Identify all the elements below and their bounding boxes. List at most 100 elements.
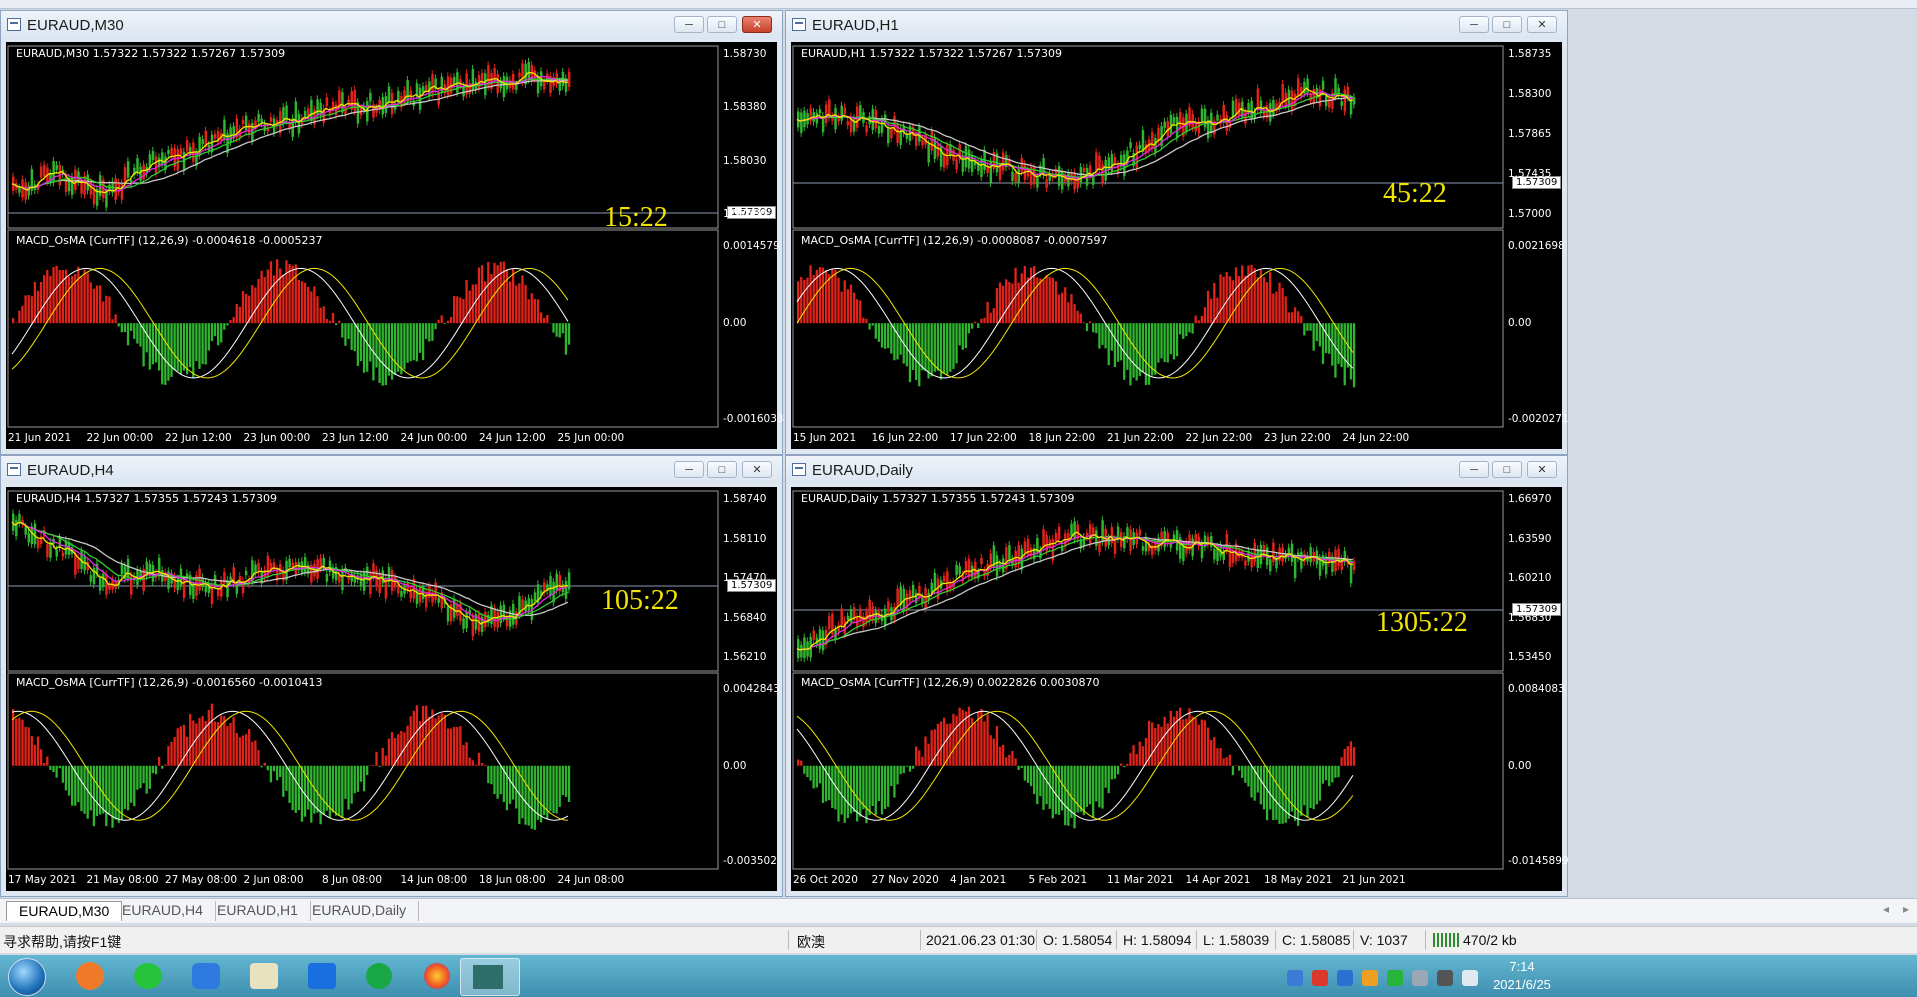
- close-button[interactable]: ✕: [1527, 461, 1557, 478]
- macd-bar: [300, 281, 304, 324]
- macd-bar: [232, 717, 235, 766]
- tray-network-icon[interactable]: [1412, 970, 1428, 986]
- chart-window-h4[interactable]: EURAUD,H4 ─ □ ✕ EURAUD,H4 1.57327 1.5735…: [0, 455, 783, 897]
- tab-euraud-h1[interactable]: EURAUD,H1: [205, 901, 311, 921]
- window-titlebar[interactable]: EURAUD,Daily ─ □ ✕: [786, 456, 1567, 484]
- candle-body: [896, 588, 899, 608]
- macd-bar: [434, 323, 437, 330]
- window-titlebar[interactable]: EURAUD,M30 ─ □ ✕: [1, 11, 782, 39]
- tray-wps-icon[interactable]: [1312, 970, 1328, 986]
- macd-bar: [530, 293, 533, 324]
- taskbar-app[interactable]: [236, 958, 294, 994]
- candle-body: [136, 158, 139, 173]
- candle-body: [341, 569, 344, 590]
- macd-bar: [244, 734, 248, 766]
- clock-time[interactable]: 7:14: [1492, 959, 1552, 974]
- macd-bar: [254, 740, 257, 766]
- time-axis-label: 23 Jun 22:00: [1264, 432, 1331, 444]
- candle-body: [967, 558, 971, 578]
- macd-bar: [1172, 323, 1176, 360]
- minimize-button[interactable]: ─: [1459, 16, 1489, 33]
- window-titlebar[interactable]: EURAUD,H4 ─ □ ✕: [1, 456, 782, 484]
- minimize-button[interactable]: ─: [674, 16, 704, 33]
- price-axis-label: 1.58030: [723, 154, 767, 167]
- price-axis-label: 1.63590: [1508, 532, 1552, 545]
- close-button[interactable]: ✕: [1527, 16, 1557, 33]
- taskbar-app[interactable]: [352, 958, 410, 994]
- close-button[interactable]: ✕: [742, 461, 772, 478]
- candle-body: [257, 563, 260, 572]
- macd-bar: [452, 726, 456, 766]
- minimize-button[interactable]: ─: [674, 461, 704, 478]
- window-title: EURAUD,H4: [27, 462, 114, 479]
- macd-bar: [1138, 323, 1141, 377]
- macd-bar: [95, 765, 99, 817]
- maximize-button[interactable]: □: [707, 461, 737, 478]
- macd-bar: [269, 765, 273, 783]
- chart-canvas[interactable]: EURAUD,H1 1.57322 1.57322 1.57267 1.5730…: [791, 42, 1569, 449]
- taskbar-app[interactable]: [294, 958, 352, 994]
- app-icon: [192, 963, 220, 989]
- tray-signal-icon[interactable]: [1462, 970, 1478, 986]
- macd-bar: [1098, 323, 1101, 349]
- candle-body: [235, 585, 239, 594]
- chart-window-m30[interactable]: EURAUD,M30 ─ □ ✕ EURAUD,M30 1.57322 1.57…: [0, 10, 784, 455]
- macd-bar: [533, 298, 537, 324]
- tray-icon[interactable]: [1362, 970, 1378, 986]
- macd-bar: [325, 318, 328, 324]
- macd-bar: [983, 317, 986, 324]
- macd-axis-label: 0.00: [1508, 317, 1532, 330]
- chart-window-h1[interactable]: EURAUD,H1 ─ □ ✕ EURAUD,H1 1.57322 1.5732…: [785, 10, 1569, 455]
- macd-bar: [251, 285, 254, 324]
- macd-bar: [1005, 279, 1008, 324]
- candle-body: [185, 140, 189, 152]
- candle-body: [167, 149, 170, 155]
- macd-bar: [201, 323, 204, 365]
- candle-body: [496, 74, 499, 94]
- candle-body: [1309, 94, 1312, 101]
- maximize-button[interactable]: □: [1492, 16, 1522, 33]
- taskbar: 7:14 2021/6/25: [0, 955, 1917, 997]
- taskbar-app[interactable]: [62, 958, 120, 994]
- macd-bar: [1178, 323, 1182, 335]
- macd-bar: [806, 765, 809, 778]
- taskbar-wechat[interactable]: [120, 958, 178, 994]
- minimize-button[interactable]: ─: [1459, 461, 1489, 478]
- candle-body: [1352, 561, 1356, 571]
- macd-bar: [1107, 765, 1110, 794]
- status-low: L: 1.58039: [1203, 932, 1270, 948]
- candle-body: [803, 637, 806, 659]
- macd-bar: [33, 282, 37, 324]
- maximize-button[interactable]: □: [707, 16, 737, 33]
- close-button[interactable]: ✕: [742, 16, 772, 33]
- window-titlebar[interactable]: EURAUD,H1 ─ □ ✕: [786, 11, 1567, 39]
- tray-shield-icon[interactable]: [1337, 970, 1353, 986]
- tray-volume-icon[interactable]: [1437, 970, 1453, 986]
- tab-euraud-daily[interactable]: EURAUD,Daily: [300, 901, 420, 921]
- chart-canvas[interactable]: EURAUD,H4 1.57327 1.57355 1.57243 1.5730…: [6, 487, 780, 891]
- macd-bar: [1070, 765, 1073, 818]
- candle-body: [887, 127, 890, 144]
- candle-body: [1042, 529, 1045, 548]
- taskbar-metatrader[interactable]: [460, 958, 520, 996]
- tab-scroll-right-icon[interactable]: ▸: [1903, 902, 1909, 916]
- tab-euraud-m30[interactable]: EURAUD,M30: [6, 901, 123, 921]
- taskbar-app[interactable]: [178, 958, 236, 994]
- price-axis-label: 1.53450: [1508, 651, 1552, 663]
- macd-bar: [61, 765, 64, 783]
- candle-body: [1321, 80, 1325, 90]
- clock-date[interactable]: 2021/6/25: [1492, 977, 1552, 992]
- tab-scroll-left-icon[interactable]: ◂: [1883, 902, 1889, 916]
- chart-canvas[interactable]: EURAUD,Daily 1.57327 1.57355 1.57243 1.5…: [791, 487, 1569, 891]
- macd-bar: [446, 728, 450, 766]
- chart-canvas[interactable]: EURAUD,M30 1.57322 1.57322 1.57267 1.573…: [6, 42, 784, 449]
- chart-window-daily[interactable]: EURAUD,Daily ─ □ ✕ EURAUD,Daily 1.57327 …: [785, 455, 1569, 897]
- tray-icon[interactable]: [1287, 970, 1303, 986]
- start-button-icon[interactable]: [8, 958, 46, 996]
- tray-wechat-icon[interactable]: [1387, 970, 1403, 986]
- maximize-button[interactable]: □: [1492, 461, 1522, 478]
- tab-euraud-h4[interactable]: EURAUD,H4: [110, 901, 216, 921]
- macd-bar: [1284, 296, 1287, 324]
- macd-bar: [986, 714, 989, 766]
- time-axis-label: 24 Jun 12:00: [479, 432, 546, 444]
